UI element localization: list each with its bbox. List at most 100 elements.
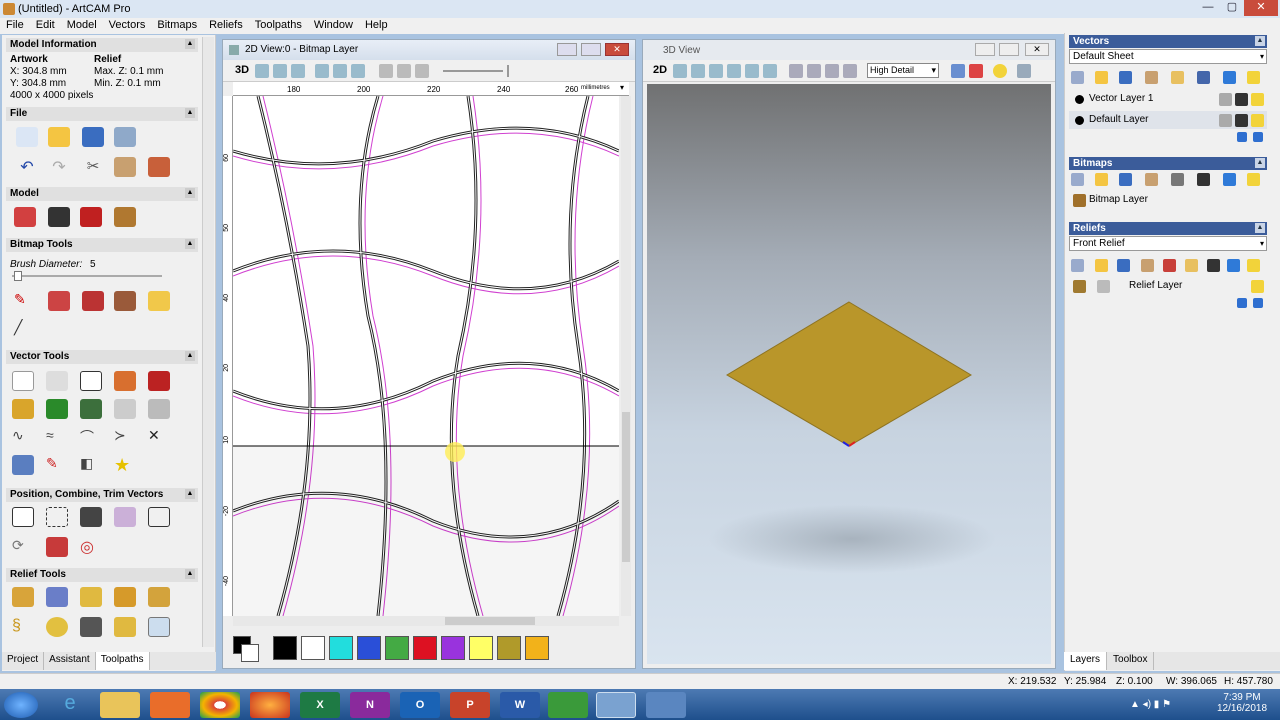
relief-select[interactable]: Front Relief ▾ bbox=[1069, 236, 1267, 251]
powerpoint-icon[interactable]: P bbox=[450, 692, 490, 718]
save-icon[interactable] bbox=[82, 127, 104, 147]
vectors-header[interactable]: Vectors ▲ bbox=[1069, 35, 1267, 48]
layer-lamp-icon[interactable] bbox=[1247, 71, 1260, 84]
edit-icon[interactable] bbox=[1235, 114, 1248, 127]
vertical-scrollbar[interactable] bbox=[621, 96, 631, 616]
lighting-icon[interactable] bbox=[993, 64, 1007, 78]
save-layer-icon[interactable] bbox=[1119, 71, 1132, 84]
vector-layer-row-selected[interactable]: Default Layer bbox=[1069, 111, 1267, 129]
start-button[interactable] bbox=[4, 692, 38, 718]
subtract-icon[interactable] bbox=[148, 507, 170, 527]
menu-model[interactable]: Model bbox=[61, 18, 103, 34]
zoom-previous-icon[interactable] bbox=[315, 64, 329, 78]
relief-properties-icon[interactable] bbox=[1185, 259, 1198, 272]
join-icon[interactable]: ⟳ bbox=[12, 537, 34, 557]
lock-icon[interactable] bbox=[1219, 93, 1232, 106]
clock[interactable]: 7:39 PM 12/16/2018 bbox=[1212, 692, 1272, 714]
paint-brush-icon[interactable]: ✎ bbox=[14, 291, 36, 311]
bitmap-to-vector-icon[interactable] bbox=[114, 291, 136, 311]
horizontal-scroll-thumb[interactable] bbox=[445, 617, 535, 625]
shape-editor-icon[interactable] bbox=[12, 587, 34, 607]
collapse-icon[interactable]: ▲ bbox=[185, 188, 195, 198]
collapse-icon[interactable]: ▲ bbox=[185, 569, 195, 579]
grid-icon[interactable] bbox=[114, 399, 136, 419]
relief-combine-mode-icon[interactable] bbox=[1097, 280, 1110, 293]
artcam-taskbar-icon[interactable] bbox=[596, 692, 636, 718]
brush-slider-thumb[interactable] bbox=[14, 271, 22, 281]
duplicate-bitmap-icon[interactable] bbox=[1145, 173, 1158, 186]
bitmap-combine-icon[interactable] bbox=[1197, 173, 1210, 186]
smooth-icon[interactable]: ≈ bbox=[46, 427, 68, 447]
menu-file[interactable]: File bbox=[0, 18, 30, 34]
palette-swatch-5[interactable] bbox=[413, 636, 437, 660]
flip-model-icon[interactable] bbox=[80, 207, 102, 227]
vector-layer-row[interactable]: Vector Layer 1 bbox=[1069, 90, 1267, 108]
relief-plane-icon[interactable] bbox=[46, 587, 68, 607]
draw-mode-icon[interactable] bbox=[951, 64, 965, 78]
palette-swatch-3[interactable] bbox=[357, 636, 381, 660]
vertical-scroll-thumb[interactable] bbox=[622, 412, 630, 562]
pan-icon[interactable] bbox=[415, 64, 429, 78]
align-icon[interactable] bbox=[46, 399, 68, 419]
collapse-icon[interactable]: ▲ bbox=[185, 351, 195, 361]
app-blue-icon[interactable] bbox=[646, 692, 686, 718]
position-combine-trim-header[interactable]: Position, Combine, Trim Vectors ▲ bbox=[6, 488, 198, 502]
menu-vectors[interactable]: Vectors bbox=[103, 18, 152, 34]
view-maximize-button[interactable] bbox=[581, 43, 601, 56]
save-bitmap-icon[interactable] bbox=[1119, 173, 1132, 186]
bitmap-visibility-icon[interactable] bbox=[379, 64, 393, 78]
menu-bitmaps[interactable]: Bitmaps bbox=[151, 18, 203, 34]
layer-color-icon[interactable] bbox=[1075, 95, 1084, 104]
bitmap-properties-icon[interactable] bbox=[1171, 173, 1184, 186]
dome-icon[interactable]: § bbox=[12, 617, 34, 637]
palette-swatch-4[interactable] bbox=[385, 636, 409, 660]
collapse-icon[interactable]: ▲ bbox=[185, 39, 195, 49]
model-size-icon[interactable] bbox=[14, 207, 36, 227]
vector-editing-icon[interactable] bbox=[148, 371, 170, 391]
excel-icon[interactable]: X bbox=[300, 692, 340, 718]
zoom-fit-3d-icon[interactable] bbox=[745, 64, 759, 78]
contrast-slider-thumb[interactable] bbox=[507, 65, 509, 77]
visibility-lamp-icon[interactable] bbox=[1251, 93, 1264, 106]
tab-toolbox[interactable]: Toolbox bbox=[1107, 652, 1155, 670]
collapse-icon[interactable]: ▲ bbox=[185, 108, 195, 118]
axis-icon[interactable] bbox=[969, 64, 983, 78]
close-button[interactable]: ✕ bbox=[1244, 0, 1278, 16]
model-section-header[interactable]: Model ▲ bbox=[6, 187, 198, 201]
file-explorer-icon[interactable] bbox=[100, 692, 140, 718]
zoom-out-3d-icon[interactable] bbox=[727, 64, 741, 78]
menu-window[interactable]: Window bbox=[308, 18, 359, 34]
bitmap-layer-row[interactable]: Bitmap Layer bbox=[1069, 191, 1267, 209]
secondary-color-swatch[interactable] bbox=[241, 644, 259, 662]
spiral-icon[interactable]: ◎ bbox=[80, 537, 102, 557]
side-view-icon[interactable] bbox=[843, 64, 857, 78]
nesting-icon[interactable] bbox=[80, 507, 102, 527]
detail-level-select[interactable]: High Detail ▾ bbox=[867, 63, 939, 78]
relief-tools-header[interactable]: Relief Tools ▲ bbox=[6, 568, 198, 582]
bitmap-lamp-icon[interactable] bbox=[1247, 173, 1260, 186]
draw-line-icon[interactable]: ╱ bbox=[14, 319, 36, 339]
toggle-2d-button[interactable]: 2D bbox=[653, 64, 667, 76]
visibility-lamp-icon[interactable] bbox=[1251, 280, 1264, 293]
new-layer-icon[interactable] bbox=[1071, 71, 1084, 84]
zoom-selection-icon[interactable] bbox=[351, 64, 365, 78]
view-maximize-button[interactable] bbox=[999, 43, 1019, 56]
fillet-icon[interactable]: ≻ bbox=[114, 427, 136, 447]
bitmap-tools-header[interactable]: Bitmap Tools ▲ bbox=[6, 238, 198, 252]
menu-toolpaths[interactable]: Toolpaths bbox=[249, 18, 308, 34]
collapse-icon[interactable]: ▲ bbox=[1255, 158, 1265, 168]
trim-icon[interactable]: ✕ bbox=[148, 427, 170, 447]
iso-view-icon[interactable] bbox=[789, 64, 803, 78]
app-green-icon[interactable] bbox=[548, 692, 588, 718]
layer-properties-icon[interactable] bbox=[1171, 71, 1184, 84]
drawing-canvas[interactable] bbox=[233, 96, 619, 616]
duplicate-relief-icon[interactable] bbox=[1141, 259, 1154, 272]
texture-relief-icon[interactable] bbox=[46, 617, 68, 637]
menu-reliefs[interactable]: Reliefs bbox=[203, 18, 249, 34]
bitmap-image-icon[interactable] bbox=[114, 207, 136, 227]
text-tool-icon[interactable] bbox=[114, 371, 136, 391]
bitmaps-header[interactable]: Bitmaps ▲ bbox=[1069, 157, 1267, 170]
new-model-icon[interactable] bbox=[16, 127, 38, 147]
new-relief-icon[interactable] bbox=[1071, 259, 1084, 272]
sculpt-icon[interactable] bbox=[114, 617, 136, 637]
